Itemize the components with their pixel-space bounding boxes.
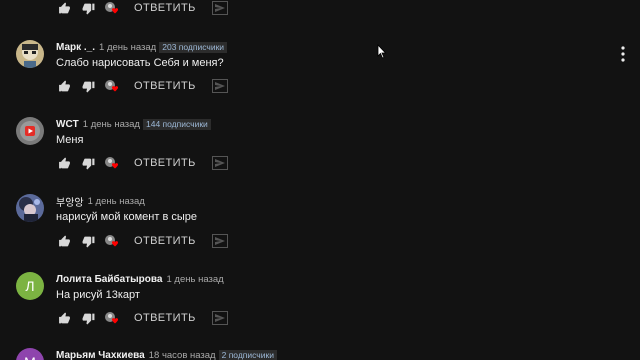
thumb-down-icon[interactable]	[80, 0, 96, 16]
creator-heart-icon	[104, 310, 122, 326]
comment-text: Слабо нарисовать Себя и меня?	[56, 57, 224, 69]
share-icon[interactable]	[211, 310, 228, 326]
avatar-letter: М	[24, 354, 36, 360]
avatar[interactable]: М	[16, 348, 44, 360]
thumb-up-icon[interactable]	[56, 233, 72, 249]
creator-heart-icon	[104, 78, 122, 94]
comment-item: М Марьям Чахкиева 18 часов назад 2 подпи…	[16, 348, 616, 360]
comment-actions: ОТВЕТИТЬ	[56, 231, 228, 251]
avatar[interactable]	[16, 194, 44, 222]
thumb-up-icon[interactable]	[56, 155, 72, 171]
mouse-cursor-icon	[377, 44, 387, 59]
avatar-letter: Л	[25, 278, 35, 294]
thumb-up-icon[interactable]	[56, 78, 72, 94]
thumb-down-icon[interactable]	[80, 78, 96, 94]
reply-button[interactable]: ОТВЕТИТЬ	[134, 312, 196, 324]
comment-header: Марьям Чахкиева 18 часов назад 2 подписч…	[56, 348, 277, 360]
thumb-down-icon[interactable]	[80, 310, 96, 326]
author-name[interactable]: WCT	[56, 119, 79, 130]
reply-button[interactable]: ОТВЕТИТЬ	[134, 157, 196, 169]
share-icon[interactable]	[211, 155, 228, 171]
timestamp[interactable]: 1 день назад	[99, 42, 156, 53]
share-icon[interactable]	[211, 233, 228, 249]
comment-header: WCT 1 день назад 144 подписчики	[56, 117, 211, 131]
thumb-down-icon[interactable]	[80, 233, 96, 249]
comment-header: Лолита Байбатырова 1 день назад	[56, 272, 224, 286]
reply-button[interactable]: ОТВЕТИТЬ	[134, 2, 196, 14]
share-icon[interactable]	[211, 0, 228, 16]
creator-heart-icon	[104, 0, 122, 16]
subscriber-badge: 2 подписчики	[218, 349, 277, 360]
author-name[interactable]: 부앙앙	[56, 194, 84, 209]
subscriber-badge: 144 подписчики	[142, 118, 211, 130]
share-icon[interactable]	[211, 78, 228, 94]
avatar[interactable]	[16, 40, 44, 68]
avatar[interactable]: Л	[16, 272, 44, 300]
author-name[interactable]: Лолита Байбатырова	[56, 274, 162, 285]
creator-heart-icon	[104, 233, 122, 249]
thumb-up-icon[interactable]	[56, 0, 72, 16]
comment-header: Марк ._. 1 день назад 203 подписчики	[56, 40, 228, 54]
timestamp[interactable]: 1 день назад	[83, 119, 140, 130]
comment-actions: ОТВЕТИТЬ	[56, 308, 228, 328]
comment-actions: ОТВЕТИТЬ	[56, 0, 228, 18]
comment-text: нарисуй мой комент в сыре	[56, 211, 197, 223]
subscriber-badge: 203 подписчики	[159, 41, 228, 53]
thumb-down-icon[interactable]	[80, 155, 96, 171]
timestamp[interactable]: 1 день назад	[166, 274, 223, 285]
author-name[interactable]: Марьям Чахкиева	[56, 350, 145, 360]
author-name[interactable]: Марк ._.	[56, 42, 95, 53]
comment-text: На рисуй 13карт	[56, 289, 140, 301]
creator-heart-icon	[104, 155, 122, 171]
timestamp[interactable]: 18 часов назад	[149, 350, 216, 360]
thumb-up-icon[interactable]	[56, 310, 72, 326]
reply-button[interactable]: ОТВЕТИТЬ	[134, 235, 196, 247]
comment-actions: ОТВЕТИТЬ	[56, 153, 228, 173]
more-vertical-icon[interactable]	[620, 46, 626, 62]
comment-header: 부앙앙 1 день назад	[56, 194, 145, 209]
comment-text: Меня	[56, 134, 84, 146]
comment-actions: ОТВЕТИТЬ	[56, 76, 228, 96]
avatar[interactable]	[16, 117, 44, 145]
reply-button[interactable]: ОТВЕТИТЬ	[134, 80, 196, 92]
timestamp[interactable]: 1 день назад	[88, 196, 145, 207]
